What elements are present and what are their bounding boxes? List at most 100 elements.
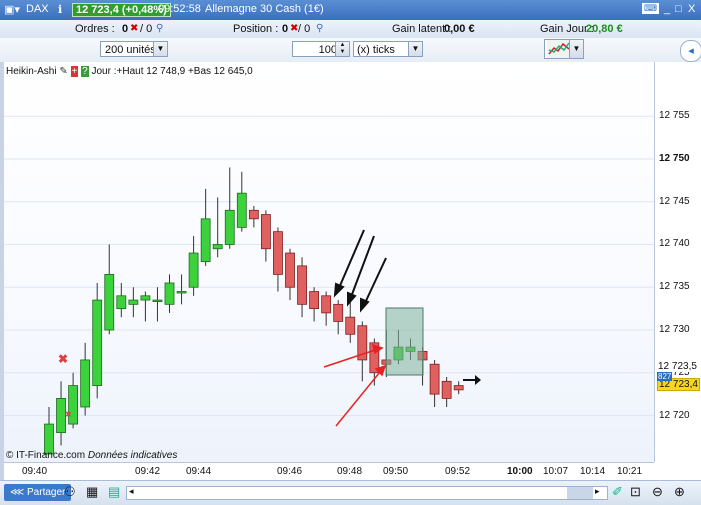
help-icon[interactable]: ? [81, 66, 89, 77]
time-axis[interactable]: 09:40 09:42 09:44 09:46 09:48 09:50 09:52 10:00… [4, 462, 654, 481]
close-button[interactable]: X [688, 3, 695, 15]
candle[interactable] [128, 287, 139, 318]
ticks-unit-select[interactable]: (x) ticks ▼ [353, 41, 423, 57]
candle[interactable] [92, 282, 103, 399]
candle[interactable] [297, 257, 307, 318]
candle[interactable] [140, 291, 151, 322]
candle-body [188, 252, 199, 288]
candle[interactable] [44, 406, 54, 455]
candle[interactable] [333, 300, 344, 335]
zoom-out-icon[interactable]: ⊖ [652, 484, 663, 500]
candle-body [297, 265, 307, 305]
black-arrows[interactable] [333, 229, 387, 313]
quantity-value: 200 unités [105, 44, 156, 56]
candle[interactable] [429, 359, 440, 407]
chevron-down-icon[interactable]: ▼ [408, 42, 422, 56]
candle[interactable] [453, 381, 464, 395]
candle[interactable] [273, 227, 283, 292]
draw-chart-icon[interactable]: ✐ [612, 484, 623, 500]
candle[interactable] [80, 342, 91, 416]
share-button[interactable]: ⋘ Partager [4, 484, 72, 501]
stepper-arrows-icon[interactable]: ▲ ▼ [335, 42, 349, 56]
cursor-arrow-icon [463, 375, 481, 385]
chart-scrollbar[interactable]: ◂ ▸ [126, 486, 608, 500]
candle[interactable] [68, 372, 78, 429]
x-tick-label: 09:50 [383, 466, 409, 477]
add-indicator-icon[interactable]: + [70, 66, 79, 77]
ticks-stepper[interactable]: 100 ▲ ▼ [292, 41, 350, 57]
candle[interactable] [260, 210, 271, 262]
candle-body [200, 218, 211, 262]
scroll-right-icon[interactable]: ▸ [595, 486, 600, 497]
candle[interactable] [224, 167, 235, 249]
candle[interactable] [104, 244, 115, 335]
candle-body [224, 209, 235, 245]
black-arrow-3 [364, 257, 387, 304]
orders-key-icon[interactable]: ⚲ [156, 23, 163, 34]
chevron-down-icon[interactable]: ▼ [569, 40, 583, 58]
scroll-thumb[interactable] [567, 487, 593, 499]
candle[interactable] [321, 291, 332, 326]
day-high-low: Jour :+Haut 12 748,9 +Bas 12 645,0 [91, 66, 253, 77]
scroll-left-icon[interactable]: ◂ [129, 486, 134, 497]
position-label: Position : [233, 23, 279, 35]
chart-type-select[interactable]: ▼ [544, 39, 584, 59]
candle-body [92, 299, 103, 386]
x-tick-label: 09:46 [277, 466, 303, 477]
x-tick-label: 10:07 [543, 466, 569, 477]
day-gain-value: 20,80 € [586, 23, 623, 35]
black-arrow-2-head [347, 291, 357, 307]
candle[interactable] [200, 188, 211, 266]
zoom-box-icon[interactable]: ⊡ [630, 484, 641, 500]
candle-body [333, 303, 344, 322]
y-tick-label: 12 750 [659, 152, 690, 164]
keyboard-icon[interactable]: ⌨ [642, 3, 659, 14]
restore-button[interactable]: □ [675, 3, 682, 15]
candle[interactable] [236, 171, 247, 232]
quantity-select[interactable]: 200 unités ▼ [100, 41, 168, 57]
candle[interactable] [116, 282, 127, 318]
candle-body [345, 316, 356, 335]
cancel-orders-icon[interactable]: ✖ [130, 23, 138, 34]
chart-panel[interactable]: ✖ ✖ Heikin-Ashi ✎ + ? Jour :+Haut 12 748… [4, 62, 654, 462]
candle-body [140, 295, 151, 301]
x-tick-label: 09:48 [337, 466, 363, 477]
people-icon[interactable]: ⚇ [64, 484, 76, 500]
candle[interactable] [176, 274, 187, 305]
x-tick-label: 09:52 [445, 466, 471, 477]
minimize-button[interactable]: _ [664, 3, 670, 15]
bid-prefix: 827 [657, 372, 673, 381]
candlestick-chart[interactable]: ✖ ✖ [4, 62, 654, 462]
candle[interactable] [309, 287, 320, 322]
highlight-box[interactable] [385, 307, 424, 376]
candle[interactable] [285, 248, 295, 301]
candle[interactable] [441, 377, 452, 407]
draw-tool-icon[interactable]: ✎ [59, 66, 67, 77]
price-axis[interactable]: 12 755 12 750 12 745 12 740 12 735 12 730 12 7… [654, 62, 701, 462]
orders-total: / 0 [140, 23, 153, 35]
candle-body [260, 214, 271, 250]
cross-marker-small-icon: ✖ [65, 410, 72, 419]
y-tick-label: 12 740 [659, 238, 690, 250]
bottom-toolbar: ⋘ Partager ⚇ ▦ ▤ ◂ ▸ ✐ ⊡ ⊖ ⊕ [0, 480, 701, 505]
candle[interactable] [164, 274, 175, 313]
info-icon[interactable]: ℹ [58, 3, 62, 16]
candle[interactable] [248, 206, 259, 228]
x-tick-label: 09:42 [135, 466, 161, 477]
window-menu-icon[interactable]: ▣▾ [4, 3, 20, 16]
candle[interactable] [152, 287, 163, 322]
candle-body [441, 380, 452, 399]
position-total: / 0 [298, 23, 311, 35]
panel-toggle-icon[interactable]: ◂ [680, 40, 701, 62]
orders-label: Ordres : [75, 23, 115, 35]
grid-icon[interactable]: ▤ [108, 484, 120, 500]
candle[interactable] [212, 197, 223, 258]
zoom-in-icon[interactable]: ⊕ [674, 484, 685, 500]
current-price-label: 12 723,5 [657, 361, 698, 372]
instrument-name[interactable]: DAX [26, 3, 49, 15]
candle-body [273, 231, 283, 275]
calculator-icon[interactable]: ▦ [86, 484, 98, 500]
chart-style-label: Heikin-Ashi [6, 66, 57, 77]
position-key-icon[interactable]: ⚲ [316, 23, 323, 34]
chevron-down-icon[interactable]: ▼ [153, 42, 167, 56]
